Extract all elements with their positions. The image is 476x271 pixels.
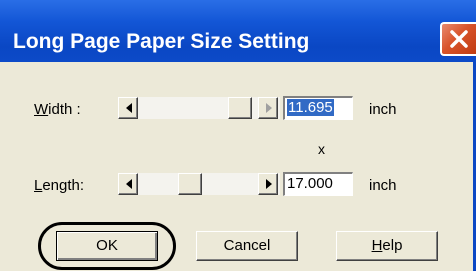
length-unit: inch — [369, 177, 397, 194]
width-scroll-thumb[interactable] — [228, 97, 252, 119]
length-scroll-left-button[interactable] — [118, 173, 138, 195]
close-icon — [450, 30, 468, 48]
width-scroll-right-button[interactable] — [258, 97, 278, 119]
cancel-button[interactable]: Cancel — [196, 231, 298, 261]
width-input[interactable]: 11.695 — [283, 96, 353, 120]
close-button[interactable] — [440, 22, 476, 56]
width-value: 11.695 — [287, 99, 334, 116]
scroll-left-arrow-icon — [126, 179, 132, 189]
length-label: Length: — [34, 177, 85, 194]
length-scroll-right-button[interactable] — [258, 173, 278, 195]
length-scrollbar[interactable] — [118, 173, 280, 195]
width-scrollbar[interactable] — [118, 97, 280, 119]
scroll-left-arrow-icon — [126, 103, 132, 113]
scroll-right-arrow-icon — [266, 179, 272, 189]
help-button[interactable]: Help — [336, 231, 438, 261]
width-scroll-left-button[interactable] — [118, 97, 138, 119]
scroll-right-arrow-icon — [266, 103, 272, 113]
width-unit: inch — [369, 101, 397, 118]
length-scroll-thumb[interactable] — [178, 173, 202, 195]
dialog-title: Long Page Paper Size Setting — [13, 30, 310, 53]
title-bar[interactable]: Long Page Paper Size Setting — [0, 0, 476, 62]
dialog-window: Long Page Paper Size Setting Width : 11.… — [0, 0, 476, 271]
ok-button[interactable]: OK — [56, 231, 158, 261]
length-input[interactable]: 17.000 — [283, 172, 353, 196]
length-value: 17.000 — [287, 175, 333, 192]
dimension-separator: x — [318, 141, 325, 157]
width-label: Width : — [34, 101, 81, 118]
